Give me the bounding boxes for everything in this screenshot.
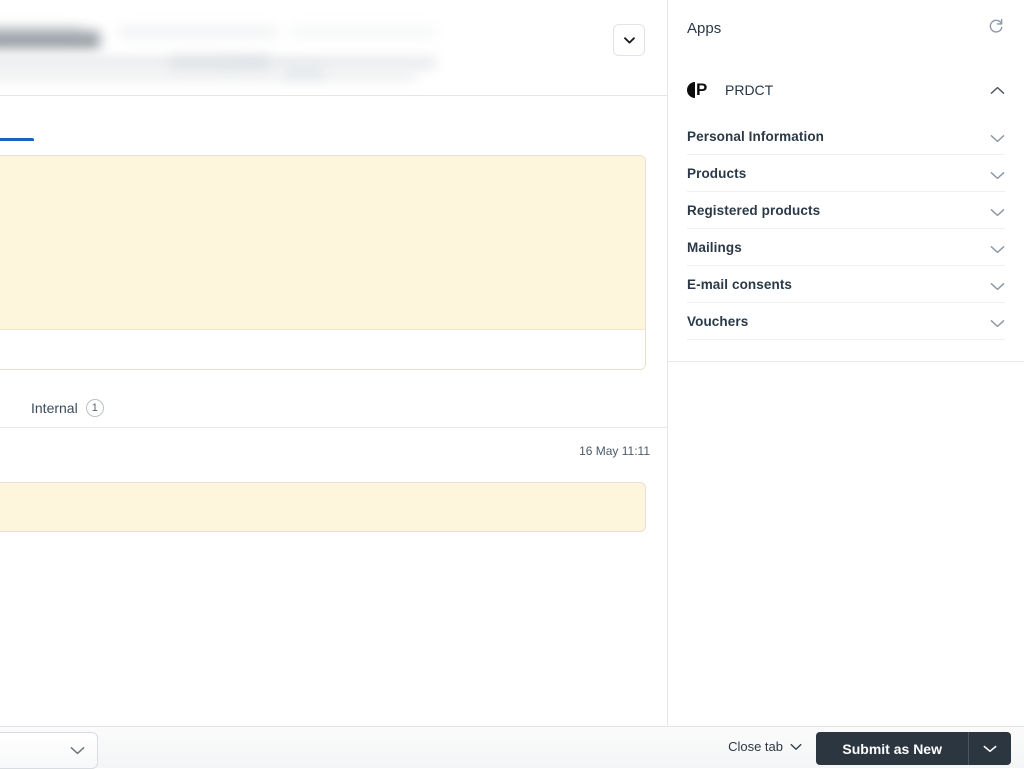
message-timestamp: 16 May 11:11 bbox=[579, 444, 650, 458]
close-tab-button[interactable]: Close tab bbox=[728, 739, 802, 754]
chevron-down-icon bbox=[623, 36, 635, 44]
chevron-down-icon bbox=[990, 167, 1005, 185]
chevron-down-icon bbox=[983, 740, 997, 758]
redacted-text-block bbox=[290, 26, 436, 38]
refresh-icon bbox=[987, 17, 1005, 40]
app-section-vouchers[interactable]: Vouchers bbox=[687, 303, 1005, 340]
chevron-down-icon bbox=[70, 742, 85, 760]
app-root: e Internal 1 16 May 11:11 Apps bbox=[0, 0, 1024, 769]
action-footer-bar: Close tab Submit as New bbox=[0, 726, 1024, 769]
close-tab-label: Close tab bbox=[728, 739, 783, 754]
submit-as-new-group[interactable]: Submit as New bbox=[816, 732, 1011, 765]
panel-divider bbox=[668, 361, 1024, 362]
redacted-text-block bbox=[0, 70, 416, 81]
redacted-text-block bbox=[228, 57, 270, 69]
apps-panel-title: Apps bbox=[687, 19, 722, 37]
submit-as-new-button[interactable]: Submit as New bbox=[816, 732, 969, 765]
app-group-prdct[interactable]: P PRDCT bbox=[668, 74, 1024, 106]
redacted-text-block bbox=[118, 26, 278, 38]
message-footer bbox=[0, 330, 645, 369]
tab-active-indicator bbox=[0, 138, 34, 141]
app-section-label: Personal Information bbox=[687, 128, 825, 144]
tab-strip: e bbox=[0, 96, 667, 152]
chevron-down-icon bbox=[990, 130, 1005, 148]
footer-select-dropdown[interactable] bbox=[0, 732, 98, 769]
chevron-down-icon bbox=[990, 315, 1005, 333]
chevron-up-icon bbox=[990, 82, 1005, 100]
highlighted-note-card bbox=[0, 482, 646, 532]
refresh-button[interactable] bbox=[984, 16, 1008, 40]
chevron-down-icon bbox=[990, 204, 1005, 222]
internal-label: Internal bbox=[31, 399, 78, 416]
app-section-mailings[interactable]: Mailings bbox=[687, 229, 1005, 266]
app-section-label: E-mail consents bbox=[687, 276, 793, 292]
chevron-down-icon bbox=[990, 241, 1005, 259]
app-section-label: Registered products bbox=[687, 202, 821, 218]
app-section-registered-products[interactable]: Registered products bbox=[687, 192, 1005, 229]
apps-side-panel: Apps P PRDCT Personal Information Produc… bbox=[667, 0, 1024, 768]
message-body bbox=[0, 156, 645, 330]
submit-options-button[interactable] bbox=[969, 732, 1011, 765]
app-section-products[interactable]: Products bbox=[687, 155, 1005, 192]
app-group-label: PRDCT bbox=[725, 82, 774, 98]
chevron-down-icon bbox=[990, 278, 1005, 296]
prdct-logo-icon: P bbox=[687, 80, 713, 99]
app-section-label: Mailings bbox=[687, 239, 742, 255]
apps-panel-header: Apps bbox=[668, 0, 1024, 56]
record-header bbox=[0, 0, 667, 96]
highlighted-message-card bbox=[0, 155, 646, 370]
redacted-text-block bbox=[170, 57, 230, 69]
app-section-email-consents[interactable]: E-mail consents bbox=[687, 266, 1005, 303]
main-content-column: e Internal 1 16 May 11:11 bbox=[0, 0, 667, 768]
app-section-list: Personal Information Products Registered… bbox=[668, 118, 1024, 340]
app-section-label: Vouchers bbox=[687, 313, 749, 329]
internal-section-header[interactable]: Internal 1 bbox=[0, 388, 667, 428]
redacted-text-block bbox=[284, 66, 324, 78]
app-section-label: Products bbox=[687, 165, 747, 181]
redacted-title-block bbox=[0, 31, 100, 49]
app-section-personal-information[interactable]: Personal Information bbox=[687, 118, 1005, 155]
chevron-down-icon bbox=[790, 739, 802, 754]
header-expand-button[interactable] bbox=[613, 24, 645, 56]
internal-count-badge: 1 bbox=[85, 398, 104, 417]
